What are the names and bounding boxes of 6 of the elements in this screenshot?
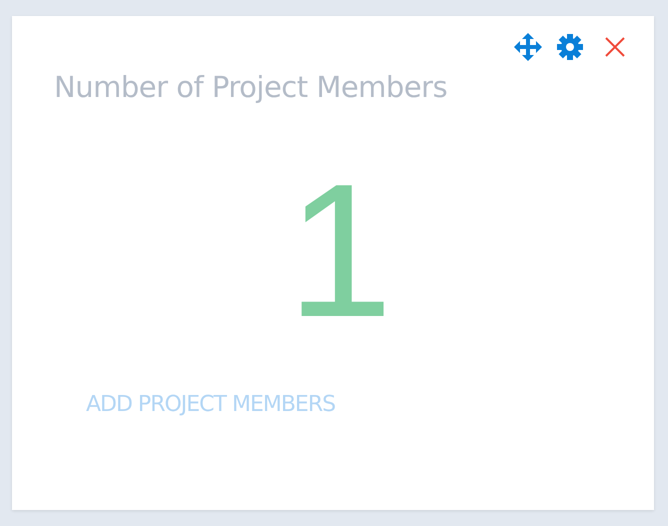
- add-members-link[interactable]: ADD PROJECT MEMBERS: [84, 388, 338, 421]
- settings-icon[interactable]: [556, 33, 584, 61]
- close-icon[interactable]: [604, 36, 626, 58]
- member-count: 1: [286, 156, 394, 346]
- widget-title: Number of Project Members: [54, 70, 448, 104]
- move-icon[interactable]: [514, 33, 542, 61]
